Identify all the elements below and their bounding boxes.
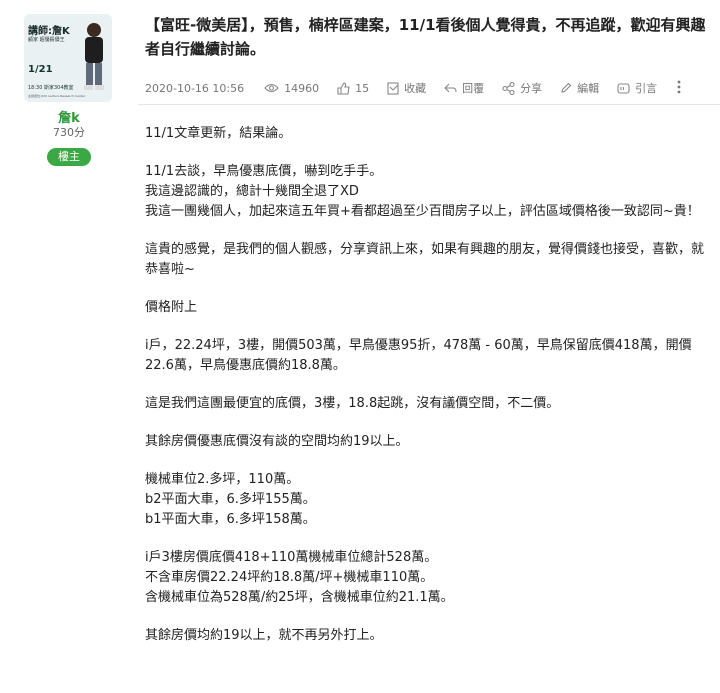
body-line: 我這一團幾個人，加起來這五年買+看都超過至少百間房子以上，評估區域價格後一致認同… [145, 204, 700, 219]
person-figure-icon [84, 23, 104, 90]
body-line: 價格附上 [145, 300, 198, 315]
body-line: 這是我們這團最便宜的底價，3樓，18.8起跳，沒有議價空間，不二價。 [145, 396, 560, 411]
more-options-icon[interactable] [677, 80, 681, 97]
avatar-subtitle: 顧家 超優殺價王 [28, 37, 65, 43]
like-button[interactable]: 15 [337, 82, 369, 95]
author-panel: 講師:詹K 顧家 超優殺價王 1/21 18:30 斯家304教室 主辦單位:X… [0, 0, 138, 693]
body-line: 機械車位2.多坪，110萬。 [145, 472, 300, 487]
share-icon [502, 81, 515, 95]
views-count: 14960 [284, 81, 320, 95]
paragraph: 其餘房價優惠底價沒有談的空間均約19以上。 [145, 432, 715, 452]
save-button[interactable]: 收藏 [387, 80, 426, 96]
body-line: 其餘房價優惠底價沒有談的空間均約19以上。 [145, 434, 409, 449]
quote-button[interactable]: 引言 [617, 80, 657, 96]
post-body: 11/1文章更新，結果論。 11/1去談，早鳥優惠底價，嚇到吃手手。 我這邊認識… [145, 124, 715, 664]
share-button[interactable]: 分享 [502, 80, 542, 96]
paragraph: 11/1去談，早鳥優惠底價，嚇到吃手手。 我這邊認識的，總計十幾間全退了XD 我… [145, 162, 715, 222]
avatar-date: 1/21 [28, 64, 53, 75]
body-line: 我這邊認識的，總計十幾間全退了XD [145, 184, 359, 199]
paragraph: 價格附上 [145, 298, 715, 318]
thumbs-up-icon [337, 81, 350, 95]
quote-label: 引言 [635, 82, 658, 95]
paragraph: 這是我們這團最便宜的底價，3樓，18.8起跳，沒有議價空間，不二價。 [145, 394, 715, 414]
likes-count: 15 [355, 81, 370, 95]
body-line: b1平面大車，6.多坪158萬。 [145, 512, 316, 527]
author-points: 730分 [53, 126, 85, 139]
body-line: 含機械車位為528萬/約25坪，含機械車位約21.1萬。 [145, 590, 454, 605]
edit-button[interactable]: 編輯 [560, 80, 599, 96]
reply-icon [444, 83, 457, 92]
avatar-time: 18:30 斯家304教室 [28, 85, 74, 91]
body-line: 11/1去談，早鳥優惠底價，嚇到吃手手。 [145, 164, 383, 179]
post-meta-bar: 2020-10-16 10:56 14960 15 收藏 回覆 分享 編輯 引言 [145, 78, 720, 98]
bookmark-icon [387, 81, 399, 95]
pencil-icon [561, 82, 572, 93]
paragraph: 11/1文章更新，結果論。 [145, 124, 715, 144]
body-line: 11/1文章更新，結果論。 [145, 126, 292, 141]
body-line: 其餘房價均約19以上，就不再另外打上。 [145, 628, 383, 643]
paragraph: 機械車位2.多坪，110萬。 b2平面大車，6.多坪155萬。 b1平面大車，6… [145, 470, 715, 530]
eye-icon [264, 83, 279, 93]
save-label: 收藏 [404, 82, 427, 95]
body-line: 不含車房價22.24坪約18.8萬/坪+機械車110萬。 [145, 570, 434, 585]
share-label: 分享 [520, 82, 543, 95]
header-divider [138, 104, 720, 105]
quote-icon [617, 82, 630, 94]
body-line: i戶3樓房價底價418+110萬機械車位總計528萬。 [145, 550, 438, 565]
body-line: b2平面大車，6.多坪155萬。 [145, 492, 316, 507]
body-line: 這貴的感覺，是我們的個人觀感，分享資訊上來，如果有興趣的朋友，覺得價錢也接受，喜… [145, 242, 705, 277]
body-line: i戶，22.24坪，3樓，開價503萬，早鳥優惠95折，478萬 - 60萬，早… [145, 338, 692, 373]
paragraph: i戶，22.24坪，3樓，開價503萬，早鳥優惠95折，478萬 - 60萬，早… [145, 336, 715, 376]
avatar[interactable]: 講師:詹K 顧家 超優殺價王 1/21 18:30 斯家304教室 主辦單位:X… [24, 14, 112, 102]
paragraph: 其餘房價均約19以上，就不再另外打上。 [145, 626, 715, 646]
reply-button[interactable]: 回覆 [444, 80, 484, 96]
paragraph: i戶3樓房價底價418+110萬機械車位總計528萬。 不含車房價22.24坪約… [145, 548, 715, 608]
reply-label: 回覆 [462, 82, 485, 95]
avatar-title: 講師:詹K [28, 26, 70, 37]
views-counter: 14960 [264, 82, 319, 95]
owner-badge: 樓主 [47, 148, 91, 166]
edit-label: 編輯 [577, 82, 600, 95]
post-title: 【富旺-微美居】，預售，楠梓區建案，11/1看後個人覺得貴，不再追蹤，歡迎有興趣… [145, 16, 706, 58]
post-date: 2020-10-16 10:56 [145, 81, 245, 95]
paragraph: 這貴的感覺，是我們的個人觀感，分享資訊上來，如果有興趣的朋友，覺得價錢也接受，喜… [145, 240, 715, 280]
